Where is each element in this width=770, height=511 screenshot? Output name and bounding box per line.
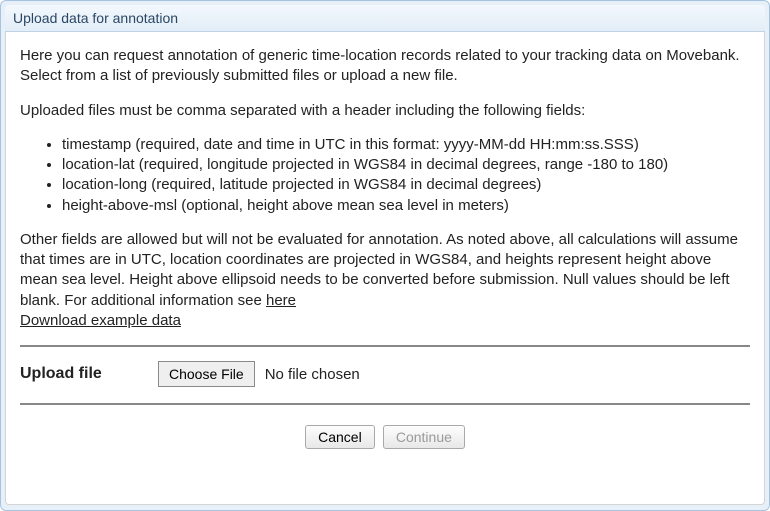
file-chosen-status: No file chosen <box>265 366 360 383</box>
upload-file-label: Upload file <box>20 365 130 383</box>
cancel-button[interactable]: Cancel <box>305 425 375 449</box>
divider <box>20 403 750 405</box>
dialog-body: Here you can request annotation of gener… <box>5 32 765 505</box>
list-item: timestamp (required, date and time in UT… <box>62 135 750 155</box>
notes-paragraph: Other fields are allowed but will not be… <box>20 230 750 331</box>
list-item: height-above-msl (optional, height above… <box>62 196 750 216</box>
upload-dialog: Upload data for annotation Here you can … <box>0 0 770 511</box>
dialog-title: Upload data for annotation <box>5 5 765 32</box>
continue-button[interactable]: Continue <box>383 425 465 449</box>
intro-paragraph-1: Here you can request annotation of gener… <box>20 46 750 87</box>
upload-row: Upload file Choose File No file chosen <box>20 361 750 387</box>
list-item: location-lat (required, longitude projec… <box>62 155 750 175</box>
required-fields-list: timestamp (required, date and time in UT… <box>20 135 750 216</box>
divider <box>20 345 750 347</box>
list-item: location-long (required, latitude projec… <box>62 175 750 195</box>
download-example-link[interactable]: Download example data <box>20 312 181 329</box>
info-here-link[interactable]: here <box>266 292 296 309</box>
dialog-actions: Cancel Continue <box>20 425 750 449</box>
intro-paragraph-2: Uploaded files must be comma separated w… <box>20 101 750 121</box>
notes-text: Other fields are allowed but will not be… <box>20 231 738 309</box>
choose-file-button[interactable]: Choose File <box>158 361 255 387</box>
